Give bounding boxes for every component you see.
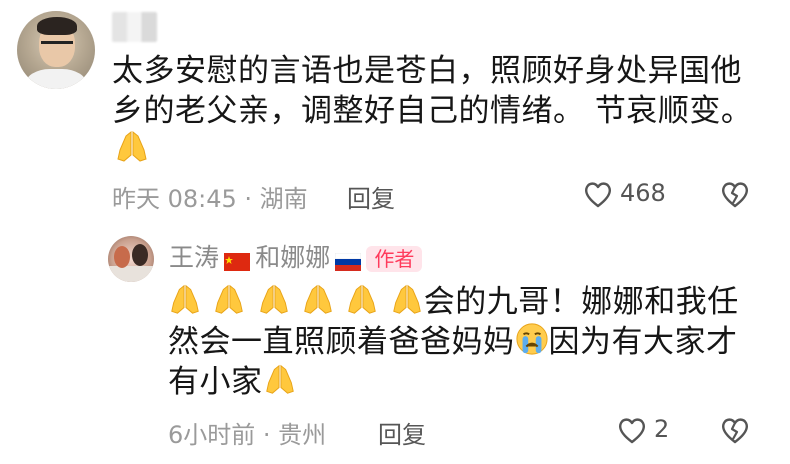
- folded-hands-emoji: [171, 284, 199, 314]
- heart-outline-icon[interactable]: [617, 416, 647, 444]
- broken-heart-icon[interactable]: [720, 180, 750, 208]
- russia-flag-icon: [335, 252, 362, 271]
- reply-button[interactable]: 回复: [347, 179, 395, 214]
- comment-time-location: 昨天 08:45 · 湖南: [112, 185, 308, 213]
- folded-hands-emoji: [215, 284, 244, 314]
- folded-hands-emoji: [259, 284, 288, 314]
- broken-heart-icon[interactable]: [720, 416, 750, 444]
- reply-text-2b: 因为有大家才: [548, 324, 738, 360]
- reply-button-2[interactable]: 回复: [378, 415, 426, 450]
- like-count-2: 2: [654, 415, 670, 443]
- reply-line-2: 然会一直照顾着爸爸妈妈 因为有大家才: [168, 322, 738, 362]
- commenter-username-blurred[interactable]: [112, 12, 157, 42]
- reply-author-name[interactable]: 王涛: [169, 243, 219, 272]
- folded-hands-emoji: [304, 284, 332, 314]
- heart-outline-icon[interactable]: [583, 180, 613, 208]
- folded-hands-emoji: [348, 284, 377, 314]
- reply-author-avatar[interactable]: [108, 236, 154, 282]
- folded-hands-emoji: [393, 284, 421, 314]
- folded-hands-emoji: [117, 130, 147, 162]
- author-badge: 作者: [366, 246, 423, 272]
- crying-face-emoji: [515, 323, 548, 355]
- china-flag-icon: [224, 252, 251, 271]
- reply-text-2a: 然会一直照顾着爸爸妈妈: [168, 324, 515, 360]
- comment-line-2: 乡的老父亲，调整好自己的情绪。 节哀顺变。: [112, 93, 753, 129]
- folded-hands-emoji: [265, 364, 294, 394]
- like-count: 468: [620, 179, 666, 207]
- reply-author-row: 王涛 和娜娜 作者: [169, 238, 423, 274]
- reply-author-connector[interactable]: 和娜娜: [255, 243, 330, 272]
- reply-time-location: 6小时前 · 贵州: [168, 421, 327, 449]
- commenter-avatar[interactable]: [17, 11, 95, 89]
- reply-text-3: 有小家: [168, 364, 263, 400]
- reply-line-3: 有小家: [168, 362, 297, 402]
- comment-line-1: 太多安慰的言语也是苍白，照顾好身处异国他: [112, 53, 742, 89]
- reply-text-1: 会的九哥！娜娜和我任: [423, 284, 739, 320]
- reply-line-1: 会的九哥！娜娜和我任: [168, 282, 739, 322]
